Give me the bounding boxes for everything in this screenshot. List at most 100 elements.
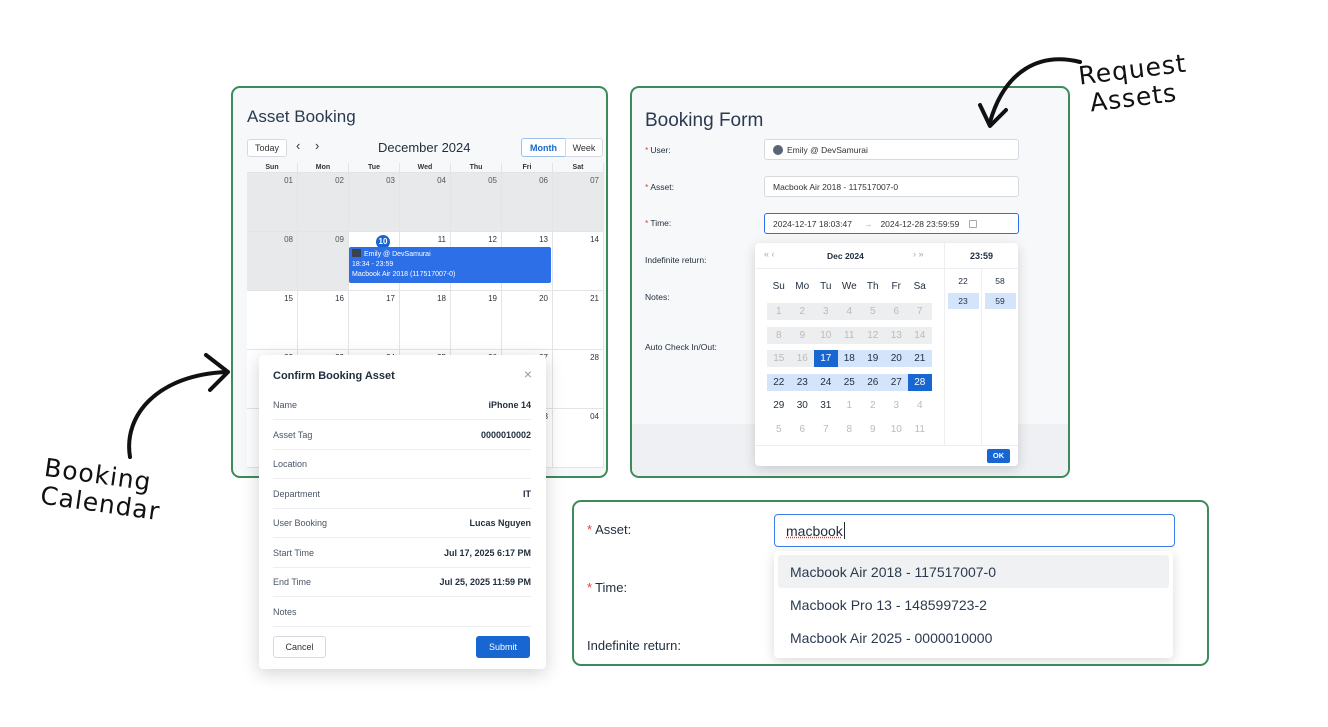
event-asset: Macbook Air 2018 (117517007-0) (352, 271, 456, 278)
submit-button[interactable]: Submit (476, 636, 530, 658)
picker-day[interactable]: 5 (767, 421, 791, 438)
calendar-day[interactable]: 20 (502, 291, 553, 349)
text-caret (843, 522, 845, 539)
minute-column[interactable]: 58 59 (981, 269, 1018, 445)
picker-day[interactable]: 9 (861, 421, 885, 438)
picker-day[interactable]: 23 (790, 373, 814, 391)
picker-day[interactable]: 26 (861, 373, 885, 391)
picker-day[interactable]: 24 (814, 373, 838, 391)
ok-button[interactable]: OK (987, 449, 1010, 463)
calendar-day[interactable]: 17 (349, 291, 400, 349)
suggestion-option[interactable]: Macbook Air 2018 - 117517007-0 (778, 555, 1169, 588)
calendar-day[interactable]: 05 (451, 173, 502, 231)
picker-day[interactable]: 2 (861, 397, 885, 414)
cancel-button[interactable]: Cancel (273, 636, 326, 658)
calendar-day[interactable]: 21 (553, 291, 604, 349)
calendar-day[interactable]: 16 (298, 291, 349, 349)
picker-day-range-start[interactable]: 17 (814, 350, 838, 368)
picker-day[interactable]: 11 (908, 421, 932, 438)
calendar-booking-event[interactable]: Emily @ DevSamurai 18:34 - 23:59 Macbook… (349, 247, 551, 283)
picker-day[interactable]: 29 (767, 397, 791, 414)
user-field[interactable]: Emily @ DevSamurai (764, 139, 1019, 160)
auto-check-label: Auto Check In/Out: (645, 342, 717, 352)
calendar-day[interactable]: 08 (247, 232, 298, 290)
weekday-label: Sat (553, 163, 604, 172)
calendar-day[interactable]: 04 (400, 173, 451, 231)
picker-day[interactable]: 1 (838, 397, 862, 414)
required-mark: * (587, 522, 593, 537)
picker-month-label[interactable]: Dec 2024 (827, 251, 864, 261)
time-range-field[interactable]: 2024-12-17 18:03:47 → 2024-12-28 23:59:5… (764, 213, 1019, 234)
next-month-icon[interactable]: › (315, 138, 319, 153)
row-label: Notes (273, 606, 297, 617)
asset-field[interactable]: Macbook Air 2018 - 117517007-0 (764, 176, 1019, 197)
user-value: Emily @ DevSamurai (787, 144, 868, 155)
picker-day[interactable]: 27 (884, 373, 908, 391)
suggestion-option[interactable]: Macbook Pro 13 - 148599723-2 (778, 588, 1169, 621)
required-mark: * (645, 145, 649, 155)
arrow-right-icon: → (863, 218, 873, 229)
time-end[interactable]: 2024-12-28 23:59:59 (880, 219, 959, 229)
picker-day: 5 (861, 303, 885, 321)
picker-day[interactable]: 10 (885, 421, 909, 438)
picker-day: 4 (837, 303, 861, 321)
weekday-label: Sa (913, 281, 926, 292)
picker-day-range-end[interactable]: 28 (908, 373, 932, 391)
calendar-week: 01 02 03 04 05 06 07 (247, 173, 604, 232)
view-week-button[interactable]: Week (565, 138, 603, 157)
notes-label: Notes: (645, 292, 670, 302)
picker-day[interactable]: 6 (791, 421, 815, 438)
request-assets-annotation: Request Assets (1076, 48, 1189, 118)
picker-day[interactable]: 31 (814, 397, 838, 414)
hour-option-selected[interactable]: 23 (947, 293, 979, 309)
row-value: IT (523, 488, 531, 499)
picker-day[interactable]: 21 (908, 350, 932, 368)
weekday-label: Sun (247, 163, 298, 172)
prev-month-icon[interactable]: ‹ (296, 138, 300, 153)
weekday-header: Sun Mon Tue Wed Thu Fri Sat (247, 163, 604, 173)
curved-arrow-icon (127, 353, 230, 459)
calendar-day[interactable]: 19 (451, 291, 502, 349)
calendar-day[interactable]: 03 (349, 173, 400, 231)
calendar-day[interactable]: 18 (400, 291, 451, 349)
picker-day[interactable]: 25 (837, 373, 861, 391)
modal-row-end-time: End Time Jul 25, 2025 11:59 PM (273, 567, 531, 597)
close-icon[interactable]: × (524, 366, 532, 382)
hour-option[interactable]: 22 (948, 273, 979, 289)
time-start[interactable]: 2024-12-17 18:03:47 (773, 219, 852, 229)
calendar-day[interactable]: 28 (553, 350, 604, 408)
picker-day[interactable]: 30 (791, 397, 815, 414)
calendar-day[interactable]: 14 (553, 232, 604, 290)
next-month-year-icons[interactable]: › » (913, 249, 924, 259)
view-month-button[interactable]: Month (521, 138, 566, 157)
picker-day[interactable]: 8 (838, 421, 862, 438)
confirm-booking-modal: Confirm Booking Asset × Name iPhone 14 As… (259, 355, 546, 669)
calendar-day[interactable]: 04 (553, 409, 604, 467)
asset-search-input[interactable]: macbook (774, 514, 1175, 547)
picker-day[interactable]: 19 (861, 350, 885, 368)
prev-year-month-icons[interactable]: « ‹ (764, 249, 775, 259)
modal-row-name: Name iPhone 14 (273, 390, 531, 420)
minute-option[interactable]: 58 (985, 273, 1016, 289)
calendar-day[interactable]: 06 (502, 173, 553, 231)
picker-day[interactable]: 18 (837, 350, 861, 368)
picker-day[interactable]: 7 (814, 421, 838, 438)
calendar-day[interactable]: 09 (298, 232, 349, 290)
calendar-day[interactable]: 02 (298, 173, 349, 231)
picker-day: 16 (790, 350, 814, 368)
picker-day[interactable]: 4 (908, 397, 932, 414)
picker-day[interactable]: 22 (767, 373, 791, 391)
today-button[interactable]: Today (247, 139, 287, 157)
hour-column[interactable]: 22 23 (944, 269, 981, 445)
picker-day[interactable]: 20 (884, 350, 908, 368)
calendar-day[interactable]: 15 (247, 291, 298, 349)
calendar-day[interactable]: 01 (247, 173, 298, 231)
calendar-day[interactable]: 07 (553, 173, 604, 231)
picker-day[interactable]: 3 (885, 397, 909, 414)
suggestion-option[interactable]: Macbook Air 2025 - 0000010000 (778, 621, 1169, 654)
modal-row-start-time: Start Time Jul 17, 2025 6:17 PM (273, 538, 531, 568)
picker-day: 9 (790, 326, 814, 344)
minute-option-selected[interactable]: 59 (984, 293, 1016, 309)
asset-search-panel: * Asset: macbook * Time: Indefinite return… (572, 500, 1209, 666)
modal-row-notes: Notes (273, 597, 531, 627)
